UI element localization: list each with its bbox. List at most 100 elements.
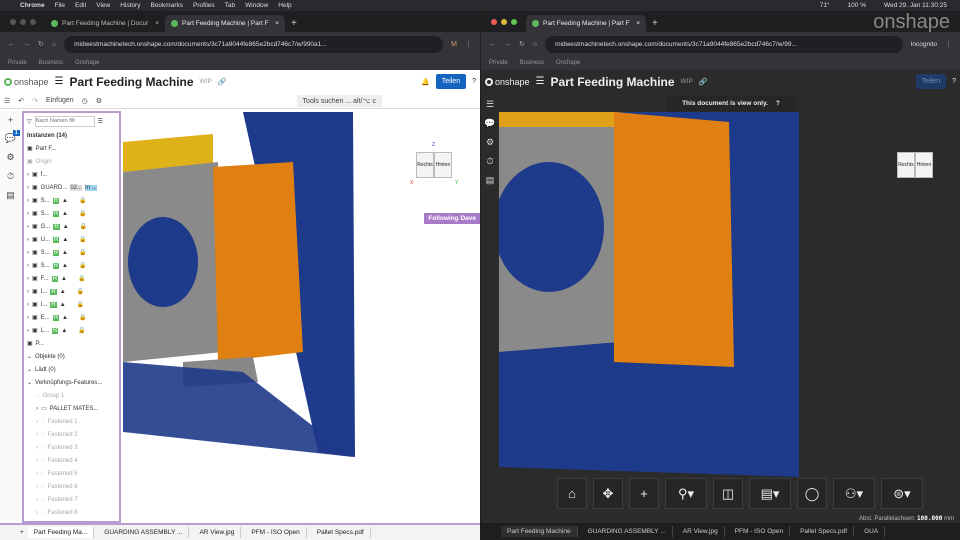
parts-icon[interactable]: ⚙ xyxy=(486,137,494,148)
chevron-right-icon[interactable]: › xyxy=(36,458,38,464)
list-icon[interactable]: ☰ xyxy=(98,118,103,125)
back-icon[interactable]: ← xyxy=(8,41,15,48)
bookmark-onshape[interactable]: Onshape xyxy=(75,60,99,66)
tree-item[interactable]: › ▣ S... R ▲ 🔒 xyxy=(24,194,119,207)
zoom-button[interactable]: ⚲▾ xyxy=(665,478,707,509)
chevron-right-icon[interactable]: › xyxy=(27,185,29,191)
tree-item[interactable]: › ▣ L... R ▲ 🔒 xyxy=(24,324,119,337)
tree-item[interactable]: › ▣ S... R ▲ 🔒 xyxy=(24,246,119,259)
view-cube[interactable]: Rechts Hinten xyxy=(897,152,933,178)
menu-icon[interactable]: ☰ xyxy=(55,76,64,87)
feature-list-icon[interactable]: ☰ xyxy=(4,97,10,105)
filter-input[interactable] xyxy=(34,115,95,127)
help-icon[interactable]: ? xyxy=(472,78,476,85)
tree-section[interactable]: ⌄ Verknüpfungs-Features... xyxy=(24,376,119,389)
chevron-down-icon[interactable]: ⌄ xyxy=(27,353,32,360)
mate-item[interactable]: › ▭ PALLET MATES... xyxy=(24,402,119,415)
menu-icon[interactable]: ☰ xyxy=(536,76,545,87)
new-tab-button[interactable]: + xyxy=(652,18,658,29)
bottom-tab[interactable]: AR View.jpg xyxy=(677,526,725,537)
chevron-down-icon[interactable]: ⌄ xyxy=(27,366,32,373)
tree-item[interactable]: › ▣ I... R ▲ 🔒 xyxy=(24,285,119,298)
notification-icon[interactable]: 🔔 xyxy=(421,78,430,86)
tree-item[interactable]: › ▣ U... R ▲ 🔒 xyxy=(24,233,119,246)
orbit-button[interactable]: ✥ xyxy=(593,478,623,509)
tree-item[interactable]: › ▣ f... xyxy=(24,168,119,181)
tree-item[interactable]: › ▣ E... R ▲ 🔒 xyxy=(24,311,119,324)
chevron-right-icon[interactable]: › xyxy=(27,250,29,256)
document-title[interactable]: Part Feeding Machine xyxy=(551,75,675,89)
history-icon[interactable]: ◷ xyxy=(82,97,88,105)
tree-item[interactable]: › ▣ S... R ▲ 🔒 xyxy=(24,259,119,272)
onshape-logo[interactable]: onshape xyxy=(485,77,530,87)
bottom-tab[interactable]: AR View.jpg xyxy=(193,527,242,538)
chevron-right-icon[interactable]: › xyxy=(36,484,38,490)
tree-item[interactable]: ▣ Part F... xyxy=(24,142,119,155)
menu-bookmarks[interactable]: Bookmarks xyxy=(150,2,183,9)
insert-button[interactable]: Einfügen xyxy=(46,97,74,104)
chevron-down-icon[interactable]: ⌄ xyxy=(27,379,32,386)
mate-item[interactable]: › ◌ Fastened 7 xyxy=(24,493,119,506)
cube-front[interactable]: Rechts xyxy=(416,152,434,178)
bottom-tab[interactable]: PFM - ISO Open xyxy=(729,526,791,537)
bottom-tab-active[interactable]: Part Feeding Ma... xyxy=(27,527,95,538)
close-tab-icon[interactable]: × xyxy=(155,20,159,27)
cube-front[interactable]: Rechts xyxy=(897,152,915,178)
chevron-right-icon[interactable]: › xyxy=(27,328,29,334)
bookmark-business[interactable]: Business xyxy=(520,60,544,66)
browser-tab-active[interactable]: Part Feeding Machine | Part F × xyxy=(165,15,285,32)
chevron-right-icon[interactable]: › xyxy=(27,315,29,321)
profile-avatar[interactable]: M xyxy=(451,41,457,48)
tree-item[interactable]: › ▣ I... R ▲ 🔒 xyxy=(24,298,119,311)
chevron-right-icon[interactable]: › xyxy=(36,510,38,516)
menu-profiles[interactable]: Profiles xyxy=(193,2,215,9)
filter-icon[interactable]: ▽ xyxy=(27,118,32,125)
add-tab-button[interactable]: + xyxy=(20,529,24,536)
chevron-right-icon[interactable]: › xyxy=(27,289,29,295)
bottom-tab[interactable]: GUARDING ASSEMBLY ... xyxy=(98,527,190,538)
tree-section[interactable]: ⌄ Objekte (0) xyxy=(24,350,119,363)
browser-tab[interactable]: Part Feeding Machine | Docur × xyxy=(45,15,165,32)
close-tab-icon[interactable]: × xyxy=(275,20,279,27)
tree-item[interactable]: › ▣ G... R ▲ 🔒 xyxy=(24,220,119,233)
chevron-right-icon[interactable]: › xyxy=(36,471,38,477)
bottom-tab[interactable]: GUA xyxy=(858,526,886,537)
link-icon[interactable]: 🔗 xyxy=(699,78,708,86)
bookmark-private[interactable]: Private xyxy=(489,60,508,66)
timer-icon[interactable]: ⏱ xyxy=(486,156,493,167)
close-tab-icon[interactable]: × xyxy=(636,20,640,27)
chevron-right-icon[interactable]: › xyxy=(36,419,38,425)
mate-item[interactable]: › ◌ Fastened 5 xyxy=(24,467,119,480)
chevron-right-icon[interactable]: › xyxy=(36,406,38,412)
more-icon[interactable]: ⋮ xyxy=(945,40,952,48)
chevron-right-icon[interactable]: › xyxy=(27,211,29,217)
menu-window[interactable]: Window xyxy=(245,2,268,9)
mate-item[interactable]: › ◌ Fastened 3 xyxy=(24,441,119,454)
bottom-tab[interactable]: Pallet Specs.pdf xyxy=(311,527,371,538)
mate-icon[interactable]: ⚙ xyxy=(96,97,102,105)
redo-icon[interactable]: ↷ xyxy=(32,97,38,105)
mate-item[interactable]: › ◌ Fastened 2 xyxy=(24,428,119,441)
document-title[interactable]: Part Feeding Machine xyxy=(70,75,194,89)
home-icon[interactable]: ⌂ xyxy=(52,41,56,48)
bottom-tab-active[interactable]: Part Feeding Machine xyxy=(501,526,578,537)
mate-item[interactable]: › ◌ Fastened 4 xyxy=(24,454,119,467)
menu-view[interactable]: View xyxy=(96,2,110,9)
mate-item[interactable]: ◌ Group 1 xyxy=(24,389,119,402)
bom-icon[interactable]: ▤ xyxy=(486,175,495,186)
tree-item[interactable]: › ▣ GUARD... 02... In ... xyxy=(24,181,119,194)
weather-temp[interactable]: 71° xyxy=(820,2,830,9)
onshape-logo[interactable]: onshape xyxy=(4,77,49,87)
bookmark-private[interactable]: Private xyxy=(8,60,27,66)
mate-item[interactable]: › ◌ Fastened 6 xyxy=(24,480,119,493)
chevron-right-icon[interactable]: › xyxy=(27,198,29,204)
bottom-tab[interactable]: Pallet Specs.pdf xyxy=(794,526,855,537)
menu-tab[interactable]: Tab xyxy=(225,2,235,9)
tree-item[interactable]: ▣ P... xyxy=(24,337,119,350)
battery-status[interactable]: 100 % xyxy=(848,2,866,9)
menu-history[interactable]: History xyxy=(120,2,140,9)
forward-icon[interactable]: → xyxy=(23,41,30,48)
bottom-tab[interactable]: PFM - ISO Open xyxy=(245,527,307,538)
tree-item[interactable]: › ▣ F... R ▲ 🔒 xyxy=(24,272,119,285)
reload-icon[interactable]: ↻ xyxy=(519,40,525,48)
